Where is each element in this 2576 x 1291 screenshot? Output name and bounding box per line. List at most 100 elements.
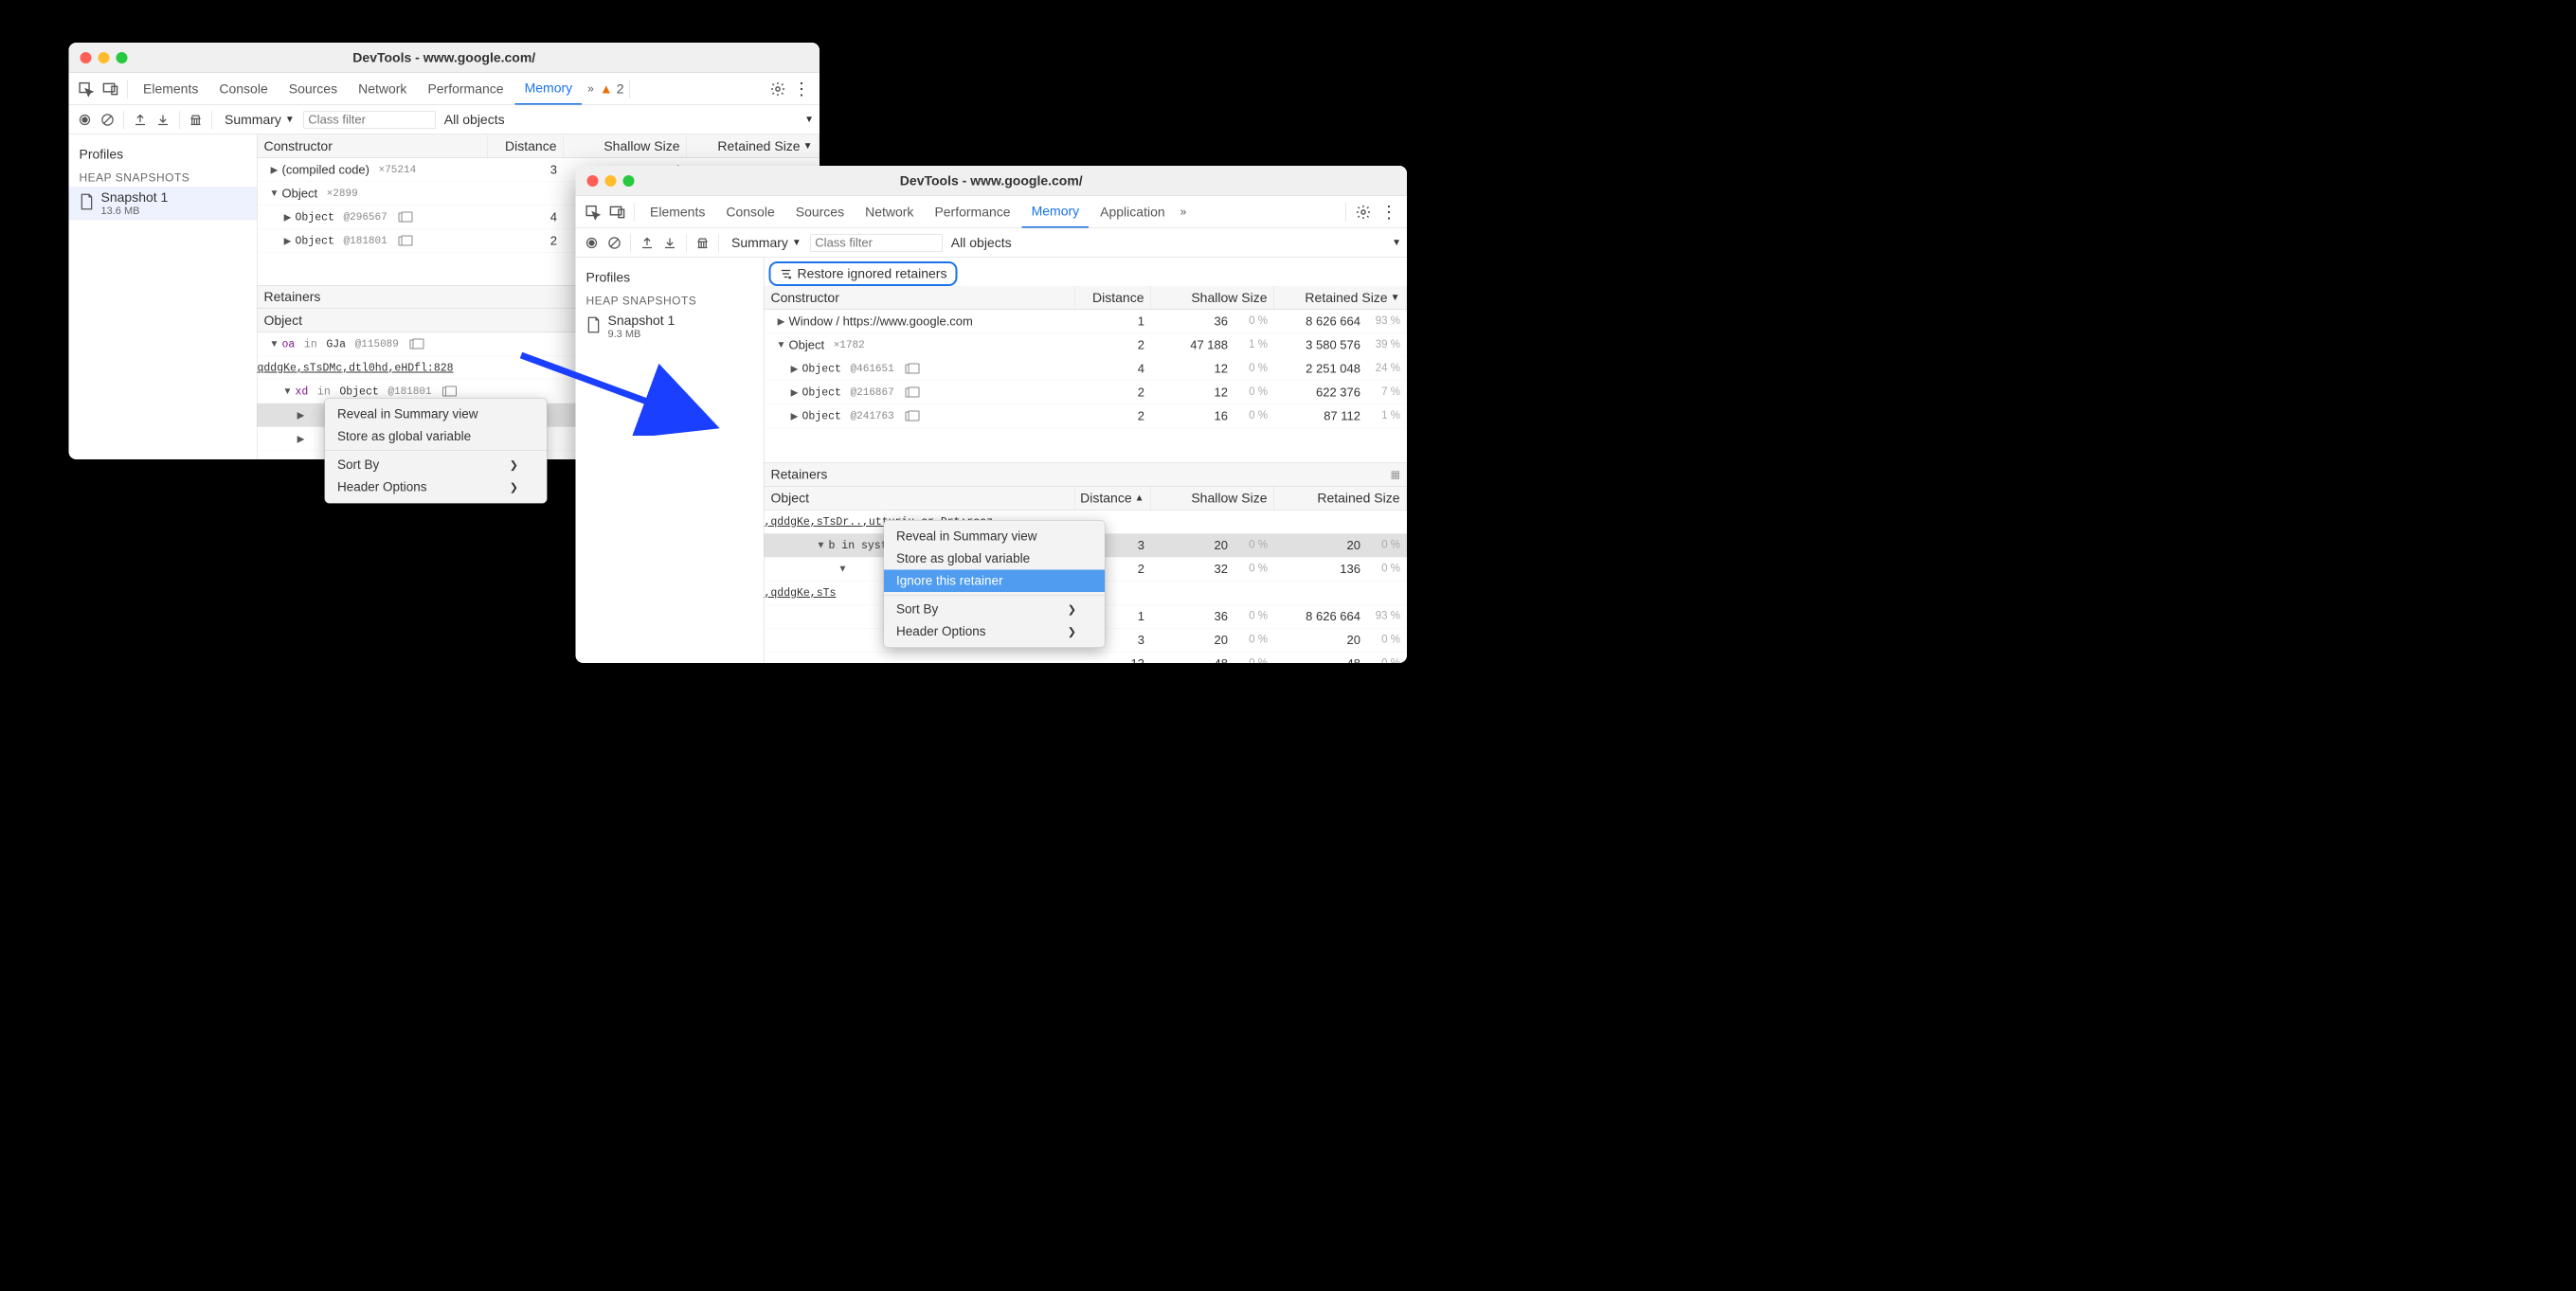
col-object[interactable]: Object	[765, 487, 1076, 511]
menu-store[interactable]: Store as global variable	[884, 547, 1105, 570]
tab-application[interactable]: Application	[1090, 196, 1174, 228]
popup-icon[interactable]	[905, 364, 915, 373]
menu-sort[interactable]: Sort By❯	[325, 454, 547, 476]
class-filter-input[interactable]	[810, 234, 943, 252]
object-filter-dropdown[interactable]: All objects	[945, 235, 1390, 250]
inspect-icon[interactable]	[75, 78, 98, 100]
tab-network[interactable]: Network	[349, 73, 416, 105]
class-filter-input[interactable]	[303, 111, 436, 129]
popup-icon[interactable]	[442, 386, 453, 396]
col-retained[interactable]: Retained Size▼	[687, 134, 820, 158]
tab-sources[interactable]: Sources	[279, 73, 347, 105]
col-constructor[interactable]: Constructor	[765, 286, 1076, 310]
table-row[interactable]: 13 480 % 480 %	[765, 653, 1408, 664]
kebab-icon[interactable]: ⋮	[789, 79, 814, 99]
expand-arrow-icon[interactable]: ▶	[283, 211, 293, 224]
tab-console[interactable]: Console	[209, 73, 277, 105]
settings-icon[interactable]	[1352, 201, 1375, 224]
col-shallow[interactable]: Shallow Size	[564, 134, 687, 158]
table-row[interactable]: ▶Object @216867 2 120 % 622 3767 %	[765, 381, 1408, 404]
divider	[179, 110, 180, 129]
expand-arrow-icon[interactable]: ▶	[297, 457, 306, 459]
settings-icon[interactable]	[768, 80, 787, 99]
table-row[interactable]: ▶Object @241763 2 160 % 87 1121 %	[765, 404, 1408, 428]
source-link[interactable]: ,qddgKe,sTs	[765, 586, 837, 599]
restore-ignored-retainers-button[interactable]: Restore ignored retainers	[769, 261, 958, 286]
tab-sources[interactable]: Sources	[786, 196, 854, 228]
collapse-arrow-icon[interactable]: ▼	[838, 564, 848, 575]
expand-arrow-icon[interactable]: ▶	[790, 386, 800, 399]
collapse-arrow-icon[interactable]: ▼	[270, 339, 279, 350]
table-row[interactable]: ▶Object @461651 4 120 % 2 251 04824 %	[765, 357, 1408, 381]
tab-performance[interactable]: Performance	[418, 73, 513, 105]
col-distance[interactable]: Distance	[488, 134, 564, 158]
menu-reveal[interactable]: Reveal in Summary view	[884, 526, 1105, 548]
collapse-arrow-icon[interactable]: ▼	[283, 386, 293, 398]
expand-arrow-icon[interactable]: ▶	[790, 363, 800, 375]
expand-arrow-icon[interactable]: ▶	[790, 410, 800, 422]
more-tabs-icon[interactable]: »	[1177, 206, 1191, 219]
snapshot-item[interactable]: Snapshot 1 9.3 MB	[576, 310, 765, 343]
device-icon[interactable]	[606, 201, 629, 224]
grid-icon[interactable]: ▦	[1391, 469, 1400, 481]
col-shallow[interactable]: Shallow Size	[1151, 487, 1274, 511]
tab-elements[interactable]: Elements	[134, 73, 207, 105]
upload-icon[interactable]	[130, 109, 151, 130]
expand-arrow-icon[interactable]: ▶	[270, 164, 279, 176]
upload-icon[interactable]	[637, 232, 658, 253]
record-icon[interactable]	[75, 109, 96, 130]
col-retained[interactable]: Retained Size	[1274, 487, 1407, 511]
tab-network[interactable]: Network	[856, 196, 923, 228]
address: @115089	[355, 338, 399, 350]
popup-icon[interactable]	[905, 411, 915, 421]
menu-store[interactable]: Store as global variable	[325, 425, 547, 448]
menu-header-options[interactable]: Header Options❯	[325, 476, 547, 499]
kebab-icon[interactable]: ⋮	[1377, 202, 1401, 222]
tab-performance[interactable]: Performance	[925, 196, 1019, 228]
tab-elements[interactable]: Elements	[640, 196, 714, 228]
col-shallow[interactable]: Shallow Size	[1151, 286, 1274, 310]
col-distance[interactable]: Distance	[1075, 286, 1151, 310]
clear-icon[interactable]	[98, 109, 118, 130]
collapse-arrow-icon[interactable]: ▼	[777, 340, 786, 351]
popup-icon[interactable]	[398, 236, 408, 245]
tab-memory[interactable]: Memory	[1022, 196, 1090, 228]
popup-icon[interactable]	[905, 387, 915, 397]
more-tabs-icon[interactable]: »	[584, 82, 598, 96]
menu-sort[interactable]: Sort By❯	[884, 599, 1105, 621]
object-filter-dropdown[interactable]: All objects	[438, 112, 802, 127]
collapse-arrow-icon[interactable]: ▼	[270, 188, 279, 200]
snapshot-item[interactable]: Snapshot 1 13.6 MB	[69, 187, 258, 220]
inspect-icon[interactable]	[582, 201, 604, 224]
source-link[interactable]: qddgKe,sTsDMc,dtl0hd,eHDfl:828	[258, 362, 454, 374]
garbage-collect-icon[interactable]	[693, 232, 713, 253]
expand-arrow-icon[interactable]: ▶	[283, 235, 293, 247]
clear-icon[interactable]	[604, 232, 625, 253]
expand-arrow-icon[interactable]: ▶	[297, 433, 306, 445]
download-icon[interactable]	[659, 232, 680, 253]
expand-arrow-icon[interactable]: ▶	[297, 409, 306, 421]
menu-reveal[interactable]: Reveal in Summary view	[325, 403, 547, 426]
col-constructor[interactable]: Constructor	[258, 134, 489, 158]
popup-icon[interactable]	[410, 339, 421, 349]
col-retained[interactable]: Retained Size▼	[1274, 286, 1407, 310]
view-dropdown[interactable]: Summary▼	[218, 112, 301, 127]
menu-header-options[interactable]: Header Options❯	[884, 620, 1105, 643]
popup-icon[interactable]	[398, 212, 408, 222]
tab-memory[interactable]: Memory	[515, 73, 583, 105]
garbage-collect-icon[interactable]	[186, 109, 207, 130]
device-icon[interactable]	[99, 78, 122, 100]
retainers-label: Retainers	[264, 290, 321, 305]
table-row[interactable]: ▶Window / https://www.google.com 1 360 %…	[765, 310, 1408, 333]
col-distance[interactable]: Distance▲	[1075, 487, 1151, 511]
tab-console[interactable]: Console	[716, 196, 784, 228]
record-icon[interactable]	[582, 232, 603, 253]
table-row[interactable]: ▼Object ×1782 2 47 1881 % 3 580 57639 %	[765, 333, 1408, 357]
menu-ignore-retainer[interactable]: Ignore this retainer	[884, 570, 1105, 593]
expand-arrow-icon[interactable]: ▶	[777, 315, 786, 328]
download-icon[interactable]	[153, 109, 173, 130]
warning-count: 2	[617, 81, 624, 97]
warning-icon[interactable]: ▲	[600, 81, 613, 97]
view-dropdown[interactable]: Summary▼	[725, 235, 808, 250]
collapse-arrow-icon[interactable]: ▼	[817, 540, 826, 551]
